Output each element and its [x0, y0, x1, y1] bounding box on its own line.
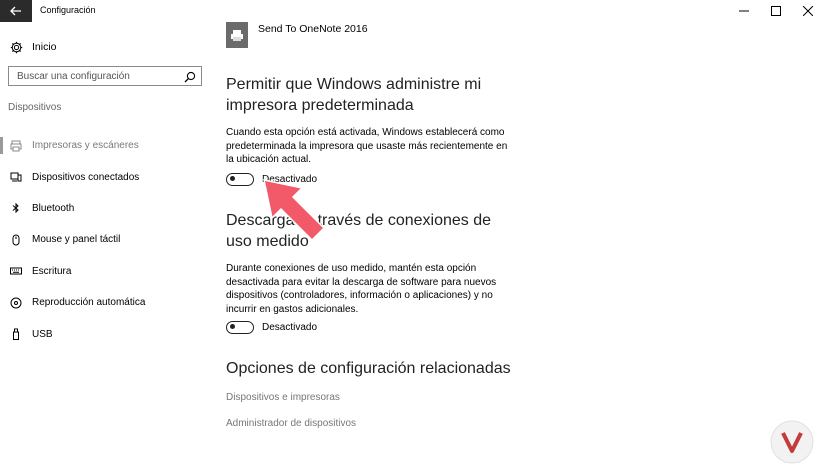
search-icon[interactable] [184, 70, 196, 88]
devices-icon [10, 171, 22, 183]
related-settings-heading: Opciones de configuración relacionadas [226, 360, 511, 377]
sidebar: Inicio Dispositivos Impresoras y escáner… [0, 22, 210, 468]
link-device-manager[interactable]: Administrador de dispositivos [226, 418, 356, 429]
nav-list: Impresoras y escáneres Dispositivos cone… [0, 130, 210, 350]
sidebar-item-usb[interactable]: USB [0, 318, 210, 349]
mouse-icon [10, 234, 22, 246]
onenote-printer-icon [226, 22, 248, 48]
toggle-knob [230, 324, 235, 329]
back-arrow-icon [10, 6, 21, 16]
sidebar-item-autoplay[interactable]: Reproducción automática [0, 287, 210, 318]
default-printer-description: Cuando esta opción está activada, Window… [226, 127, 508, 165]
metered-toggle[interactable] [226, 320, 254, 334]
search-input[interactable] [17, 70, 177, 82]
sidebar-item-mouse[interactable]: Mouse y panel táctil [0, 224, 210, 255]
sidebar-item-label: Mouse y panel táctil [32, 234, 121, 246]
sidebar-item-label: Escritura [32, 265, 72, 277]
minimize-icon [739, 10, 749, 12]
toggle-knob [230, 176, 235, 181]
maximize-icon [771, 6, 781, 16]
usb-icon [10, 328, 22, 341]
search-box[interactable] [8, 66, 202, 86]
sidebar-item-bluetooth[interactable]: Bluetooth [0, 193, 210, 224]
sidebar-home-label: Inicio [32, 41, 57, 53]
annotation-arrow-icon [263, 179, 326, 242]
sidebar-item-label: Bluetooth [32, 202, 75, 214]
section-label: Dispositivos [8, 102, 62, 113]
bluetooth-icon [10, 202, 22, 214]
sidebar-item-typing[interactable]: Escritura [0, 256, 210, 287]
printer-icon [10, 140, 22, 152]
sidebar-item-label: Impresoras y escáneres [32, 140, 139, 152]
close-button[interactable] [792, 0, 820, 22]
default-printer-heading: Permitir que Windows administre mi impre… [226, 76, 482, 114]
back-button[interactable] [0, 0, 32, 22]
maximize-button[interactable] [760, 0, 792, 22]
metered-description: Durante conexiones de uso medido, mantén… [226, 263, 497, 315]
sidebar-item-label: Reproducción automática [32, 297, 146, 309]
autoplay-icon [10, 297, 22, 309]
watermark-logo-icon [770, 420, 814, 464]
link-devices-and-printers[interactable]: Dispositivos e impresoras [226, 392, 340, 403]
title-bar: Configuración [0, 0, 820, 22]
sidebar-item-label: USB [32, 328, 53, 340]
keyboard-icon [10, 265, 22, 277]
metered-toggle-label: Desactivado [262, 321, 318, 333]
minimize-button[interactable] [728, 0, 760, 22]
printer-name: Send To OneNote 2016 [258, 23, 368, 35]
metered-toggle-row: Desactivado [226, 320, 317, 334]
gear-icon [8, 39, 24, 55]
sidebar-item-printers[interactable]: Impresoras y escáneres [0, 130, 210, 161]
printer-entry[interactable]: Send To OneNote 2016 [226, 22, 368, 48]
sidebar-item-connected-devices[interactable]: Dispositivos conectados [0, 161, 210, 192]
default-printer-toggle[interactable] [226, 172, 254, 186]
sidebar-item-label: Dispositivos conectados [32, 171, 140, 183]
window-title: Configuración [40, 5, 96, 15]
sidebar-home[interactable]: Inicio [8, 38, 57, 56]
close-icon [803, 6, 813, 16]
